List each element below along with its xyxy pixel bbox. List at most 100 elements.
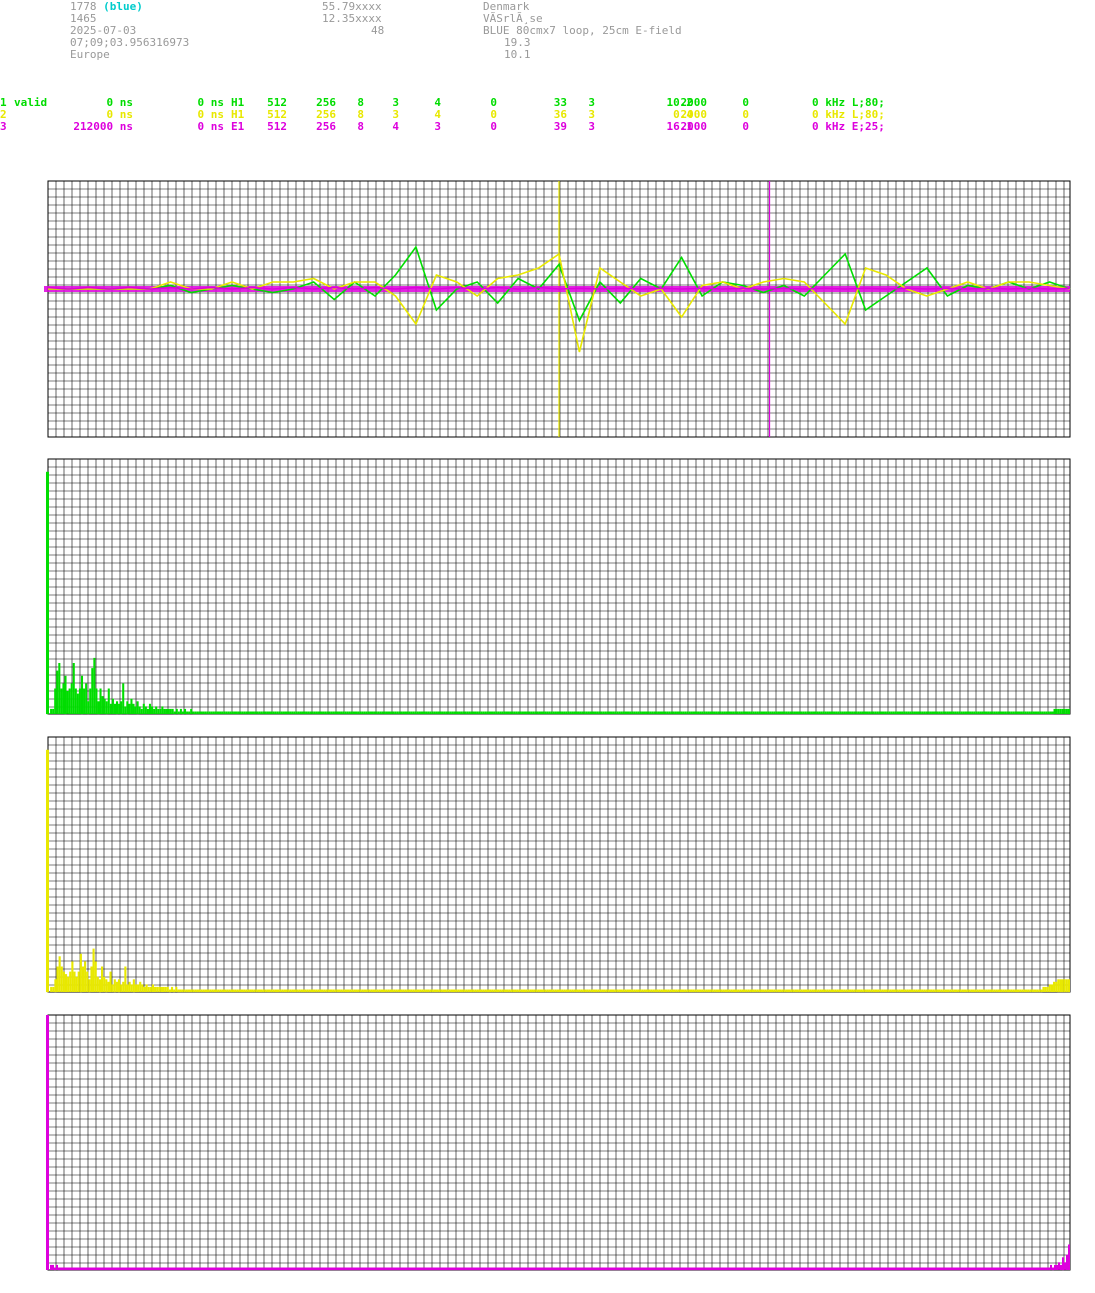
spectrum-bar [579,711,582,715]
spectrum-bar [578,1267,580,1271]
spectrum-bar [153,708,156,714]
spectrum-bar [616,1267,618,1271]
spectrum-bar [741,989,744,993]
spectrum-bar [1024,1267,1026,1271]
spectrum-bar [968,1267,970,1271]
spectrum-bar [960,1267,962,1271]
spectrum-bar [460,1267,462,1271]
spectrum-bar [872,989,875,993]
spectrum-bar [542,711,545,715]
spectrum-bar [140,1267,142,1271]
spectrum-bar [703,711,706,715]
spectrum-bar [106,1267,108,1271]
spectrum-bar [293,989,297,993]
spectrum-bar [495,989,498,993]
spectrum-bar [316,1267,318,1271]
spectrum-bar [987,989,990,993]
spectrum-bar [491,989,494,993]
spectrum-bar [226,1267,228,1271]
spectrum-bar [644,1267,646,1271]
spectrum-bar [982,1267,984,1271]
spectrum-bar [366,1267,368,1271]
spectrum-bar [1034,1267,1036,1271]
spectrum-bar [390,1267,392,1271]
spectrum-bar [326,711,329,715]
spectrum-bar [718,1267,720,1271]
spectrum-bar [654,1267,656,1271]
spectrum-bar [421,989,424,993]
spectrum-bar [124,706,127,714]
spectrum-bar [626,1267,628,1271]
spectrum-bar [84,1267,86,1271]
spectrum-bar [782,1267,784,1271]
spectrum-bar [458,711,461,715]
spectrum-bar [431,989,434,993]
spectrum-bar [256,711,259,715]
spectrum-bar [727,711,731,715]
spectrum-bar [739,989,742,993]
spectrum-panel-yellow [47,736,1071,993]
spectrum-bar [183,708,187,714]
spectrum-bar [466,711,469,715]
spectrum-bar [707,711,710,715]
spectrum-bar [634,1267,636,1271]
spectrum-bar [348,711,351,715]
spectrum-bar [766,989,769,993]
spectrum-bar [377,711,380,715]
spectrum-bar [268,1267,270,1271]
spectrum-bar [694,989,697,993]
spectrum-bar [89,688,92,714]
spectrum-bar [884,1267,886,1271]
spectrum-bar [750,1267,752,1271]
spectrum-bar [921,711,924,715]
spectrum-bar [423,711,426,715]
spectrum-bar [300,989,303,993]
spectrum-bar [737,989,740,993]
spectrum-bar [493,711,496,715]
spectrum-bar [614,1267,616,1271]
spectrum-bar [1054,1264,1056,1270]
spectrum-bar [171,708,174,714]
spectrum-bar [210,1267,212,1271]
spectrum-bar [722,1267,724,1271]
spectrum-bar [71,961,74,992]
spectrum-bar [154,986,157,992]
spectrum-bar [484,1267,486,1271]
spectrum-bar [878,1267,880,1271]
spectrum-bar [86,1267,88,1271]
spectrum-bar [132,1267,134,1271]
spectrum-bar [601,989,604,993]
spectrum-bar [497,711,500,715]
spectrum-bar [303,711,306,715]
spectrum-bar [1032,1267,1034,1271]
spectrum-bar [723,711,726,715]
spectrum-bar [798,1267,800,1271]
spectrum-bar [512,989,515,993]
spectrum-bar [164,1267,166,1271]
spectrum-bar [492,1267,494,1271]
spectrum-bar [56,966,59,992]
spectrum-bar [313,711,316,715]
spectrum-bar [385,989,388,993]
spectrum-bar [155,706,158,714]
spectrum-bar [429,989,432,993]
spectrum-bar [904,1267,906,1271]
spectrum-bar [346,989,350,993]
spectrum-bar [505,989,509,993]
spectrum-bar [1014,711,1017,715]
spectrum-bar [874,989,878,993]
spectrum-bar [1044,986,1047,992]
spectrum-bar [448,1267,450,1271]
spectrum-bar [334,711,337,715]
spectrum-bar [194,1267,196,1271]
spectrum-bar [196,989,199,993]
spectrum-bar [932,1267,934,1271]
spectrum-bar [1066,1254,1068,1270]
spectrum-bar [946,711,949,715]
spectrum-bar [944,711,947,715]
spectrum-bar [556,1267,558,1271]
spectrum-bar [212,711,215,715]
spectrum-bar [641,711,644,715]
spectrum-bar [950,711,953,715]
spectrum-bar [812,1267,814,1271]
